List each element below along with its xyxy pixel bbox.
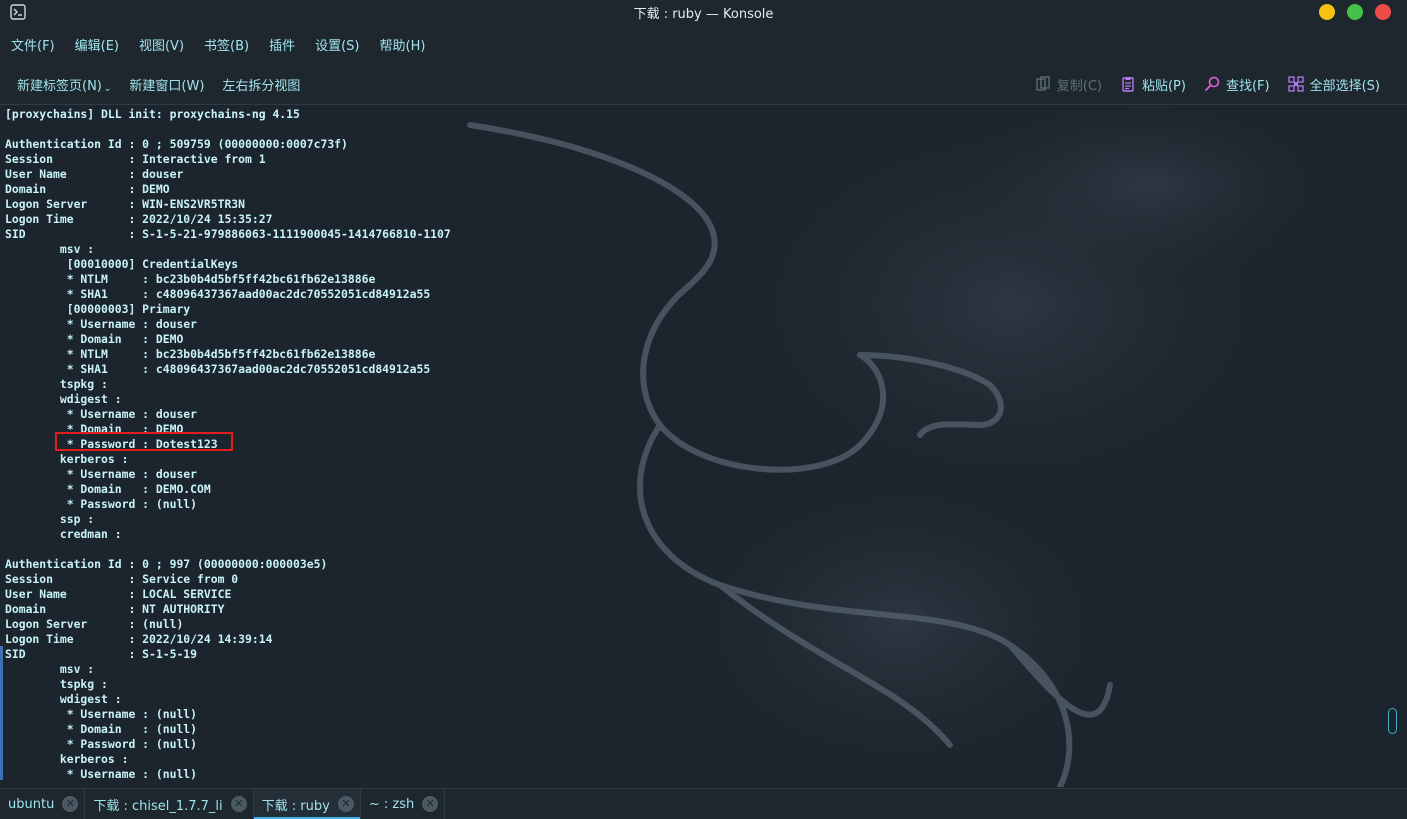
search-icon [1204, 76, 1220, 92]
tab-zsh[interactable]: ~ : zsh ✕ [361, 789, 446, 819]
close-icon[interactable]: ✕ [337, 796, 354, 812]
password-highlight-box [55, 432, 233, 451]
new-tab-button[interactable]: 新建标签页(N) ⌄ [8, 74, 120, 95]
terminal-scrollbar[interactable] [1386, 105, 1407, 787]
chevron-down-icon: ⌄ [103, 84, 112, 94]
close-icon[interactable]: ✕ [230, 796, 247, 812]
split-view-button[interactable]: 左右拆分视图 [213, 75, 309, 94]
close-icon[interactable]: ✕ [62, 796, 79, 812]
tab-label: ~ : zsh [368, 796, 415, 812]
paste-label: 粘贴(P) [1141, 78, 1186, 94]
minimize-button[interactable] [1319, 4, 1335, 20]
close-icon[interactable]: ✕ [422, 796, 439, 812]
tab-label: 下载 : chisel_1.7.7_li [93, 798, 223, 814]
window-title: 下载 : ruby — Konsole [633, 7, 774, 22]
tab-chisel[interactable]: 下载 : chisel_1.7.7_li ✕ [85, 789, 254, 819]
menu-edit[interactable]: 编辑(E) [66, 35, 128, 54]
paste-icon [1122, 77, 1134, 92]
copy-icon [1036, 76, 1050, 91]
select-all-button[interactable]: 全部选择(S) [1279, 75, 1389, 94]
search-result-marker [0, 646, 3, 780]
menu-bookmarks[interactable]: 书签(B) [195, 35, 258, 54]
paste-button[interactable]: 粘贴(P) [1111, 75, 1195, 94]
tab-ubuntu[interactable]: ubuntu ✕ [0, 789, 86, 819]
close-window-button[interactable] [1375, 4, 1391, 20]
tab-ruby[interactable]: 下载 : ruby ✕ [253, 789, 361, 819]
menu-file[interactable]: 文件(F) [2, 35, 64, 54]
select-all-icon [1287, 76, 1304, 92]
menu-bar: 文件(F) 编辑(E) 视图(V) 书签(B) 插件 设置(S) 帮助(H) [0, 24, 1407, 64]
tab-label: 下载 : ruby [261, 798, 330, 814]
new-tab-label: 新建标签页(N) [17, 78, 102, 94]
select-all-label: 全部选择(S) [1309, 78, 1380, 94]
copy-label: 复制(C) [1056, 78, 1102, 94]
new-window-button[interactable]: 新建窗口(W) [120, 75, 213, 94]
menu-settings[interactable]: 设置(S) [306, 35, 368, 54]
menu-help[interactable]: 帮助(H) [371, 35, 435, 54]
copy-button[interactable]: 复制(C) [1026, 75, 1111, 94]
find-button[interactable]: 查找(F) [1195, 75, 1279, 94]
find-label: 查找(F) [1225, 78, 1270, 94]
menu-plugins[interactable]: 插件 [260, 35, 304, 54]
scrollbar-thumb[interactable] [1388, 708, 1397, 734]
toolbar: 新建标签页(N) ⌄ 新建窗口(W) 左右拆分视图 复制(C) 粘贴(P) 查找… [0, 64, 1407, 105]
tab-label: ubuntu [8, 796, 55, 812]
menu-view[interactable]: 视图(V) [130, 35, 193, 54]
title-bar: 下载 : ruby — Konsole [0, 0, 1407, 24]
tab-bar: ubuntu ✕ 下载 : chisel_1.7.7_li ✕ 下载 : rub… [0, 788, 1407, 819]
terminal-view[interactable]: [proxychains] DLL init: proxychains-ng 4… [0, 105, 1386, 787]
maximize-button[interactable] [1347, 4, 1363, 20]
